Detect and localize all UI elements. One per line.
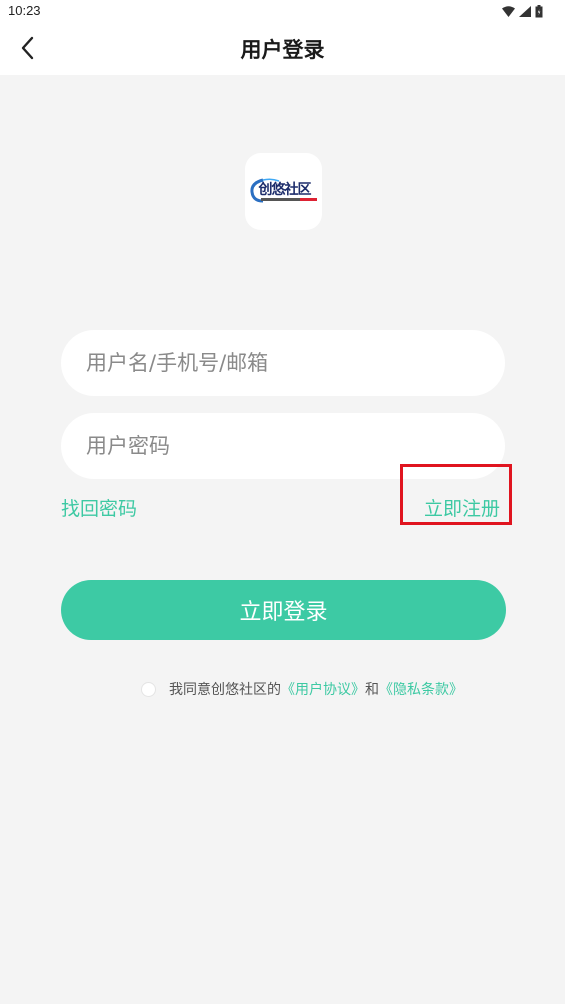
agreement-checkbox[interactable]: [141, 681, 156, 697]
login-button[interactable]: 立即登录: [61, 580, 506, 640]
logo-text: 创悠社区: [258, 181, 312, 198]
app-header: 用户登录: [0, 22, 565, 75]
username-input[interactable]: [84, 350, 505, 376]
status-icons: [502, 4, 543, 18]
signal-icon: [519, 5, 531, 17]
page-title: 用户登录: [240, 38, 325, 62]
app-logo: 创悠社区: [245, 153, 322, 230]
status-time: 10:23: [8, 3, 41, 18]
agreement-connector: 和: [365, 682, 379, 698]
agreement-prefix: 我同意创悠社区的: [169, 682, 281, 698]
logo-subline: [260, 197, 317, 201]
logo-mark: 创悠社区: [249, 177, 319, 207]
forgot-password-link[interactable]: 找回密码: [61, 494, 137, 521]
privacy-policy-link[interactable]: 《隐私条款》: [379, 679, 463, 699]
battery-icon: [535, 4, 543, 17]
username-field-container: [61, 330, 505, 396]
status-bar: 10:23: [0, 0, 565, 22]
wifi-icon: [502, 5, 515, 17]
highlight-box: [400, 464, 512, 525]
password-input[interactable]: [84, 433, 505, 459]
user-agreement-link[interactable]: 《用户协议》: [281, 679, 365, 699]
agreement-row: 我同意创悠社区的 《用户协议》 和 《隐私条款》: [141, 678, 463, 700]
